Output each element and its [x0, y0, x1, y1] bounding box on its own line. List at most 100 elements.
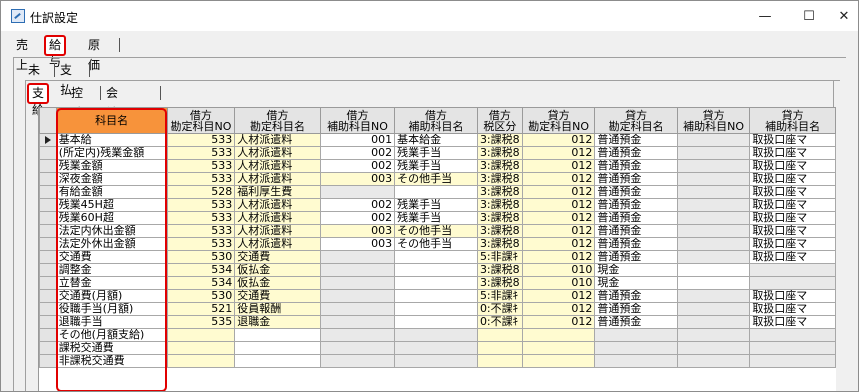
table-cell[interactable] [676, 276, 751, 290]
table-cell[interactable] [594, 328, 678, 342]
table-cell[interactable]: 人材派遣料 [234, 198, 321, 212]
table-cell[interactable]: 普通預金 [594, 211, 678, 225]
cell-kamoku-name[interactable]: 非課税交通費 [55, 354, 168, 368]
table-cell[interactable] [319, 328, 396, 342]
table-cell[interactable]: 3:課税8 [476, 211, 523, 225]
table-cell[interactable]: 533 [166, 211, 236, 225]
table-cell[interactable] [676, 146, 751, 160]
table-cell[interactable]: 取扱口座マ [749, 185, 836, 199]
table-cell[interactable]: 012 [521, 198, 596, 212]
table-cell[interactable]: 002 [319, 159, 396, 173]
column-header[interactable]: 借方 勘定科目NO [166, 107, 236, 134]
table-cell[interactable]: 534 [166, 263, 236, 277]
table-cell[interactable]: 人材派遣料 [234, 159, 321, 173]
table-cell[interactable]: 012 [521, 315, 596, 329]
cell-kamoku-name[interactable]: 課税交通費 [55, 341, 168, 355]
table-cell[interactable] [676, 354, 751, 368]
table-cell[interactable]: 3:課税8 [476, 263, 523, 277]
table-cell[interactable]: 010 [521, 263, 596, 277]
table-cell[interactable] [319, 263, 396, 277]
tab-mibarai[interactable]: 未払 [25, 60, 43, 97]
table-cell[interactable]: 取扱口座マ [749, 198, 836, 212]
table-cell[interactable]: 普通預金 [594, 250, 678, 264]
table-cell[interactable] [749, 276, 836, 290]
cell-kamoku-name[interactable]: 交通費 [55, 250, 168, 264]
cell-kamoku-name[interactable]: 残業金額 [55, 159, 168, 173]
cell-kamoku-name[interactable]: (所定内)残業金額 [55, 146, 168, 160]
table-cell[interactable]: 002 [319, 211, 396, 225]
row-header[interactable] [39, 159, 57, 173]
table-cell[interactable]: 533 [166, 133, 236, 147]
table-cell[interactable] [676, 185, 751, 199]
row-header[interactable] [39, 354, 57, 368]
table-cell[interactable]: 残業手当 [394, 159, 478, 173]
table-cell[interactable]: 役員報酬 [234, 302, 321, 316]
table-cell[interactable]: 取扱口座マ [749, 159, 836, 173]
table-cell[interactable] [676, 250, 751, 264]
table-cell[interactable] [319, 341, 396, 355]
table-row[interactable]: 残業60H超 533 人材派遣料 002 残業手当 3:課税8 012 普通預金 取扱口座マ [39, 211, 836, 225]
table-cell[interactable] [394, 341, 478, 355]
table-row[interactable]: 有給金額 528 福利厚生費 3:課税8 012 普通預金 取扱口座マ [39, 185, 836, 199]
table-cell[interactable]: 3:課税8 [476, 237, 523, 251]
cell-kamoku-name[interactable]: 立替金 [55, 276, 168, 290]
column-header-kamoku[interactable]: 科目名 [55, 107, 168, 134]
table-row[interactable]: 交通費 530 交通費 5:非課ｷ 012 普通預金 取扱口座マ [39, 250, 836, 264]
table-cell[interactable] [676, 237, 751, 251]
table-cell[interactable]: 3:課税8 [476, 172, 523, 186]
table-cell[interactable]: 取扱口座マ [749, 146, 836, 160]
table-cell[interactable] [394, 263, 478, 277]
table-cell[interactable]: 533 [166, 159, 236, 173]
tab-shikyu[interactable]: 支給 [27, 83, 50, 117]
row-header[interactable] [39, 198, 57, 212]
table-cell[interactable]: 人材派遣料 [234, 237, 321, 251]
table-cell[interactable] [394, 328, 478, 342]
table-cell[interactable]: 人材派遣料 [234, 133, 321, 147]
table-cell[interactable]: 取扱口座マ [749, 250, 836, 264]
cell-kamoku-name[interactable]: 法定内休出金額 [55, 224, 168, 238]
column-header[interactable]: 借方 補助科目名 [394, 107, 478, 134]
table-cell[interactable] [394, 315, 478, 329]
table-cell[interactable] [676, 263, 751, 277]
cell-kamoku-name[interactable]: 役職手当(月額) [55, 302, 168, 316]
table-cell[interactable]: 取扱口座マ [749, 172, 836, 186]
table-row[interactable]: 深夜金額 533 人材派遣料 003 その他手当 3:課税8 012 普通預金 取扱口座マ [39, 172, 836, 186]
table-cell[interactable] [676, 172, 751, 186]
table-cell[interactable]: 普通預金 [594, 302, 678, 316]
table-cell[interactable] [319, 250, 396, 264]
table-cell[interactable]: 残業手当 [394, 211, 478, 225]
table-cell[interactable]: 3:課税8 [476, 198, 523, 212]
row-header[interactable] [39, 315, 57, 329]
table-cell[interactable]: 530 [166, 250, 236, 264]
table-cell[interactable] [319, 302, 396, 316]
table-cell[interactable] [676, 289, 751, 303]
table-cell[interactable]: 012 [521, 185, 596, 199]
table-cell[interactable] [394, 289, 478, 303]
table-cell[interactable]: 530 [166, 289, 236, 303]
cell-kamoku-name[interactable]: 残業60H超 [55, 211, 168, 225]
table-cell[interactable]: 0:不課ｷ [476, 315, 523, 329]
table-cell[interactable] [749, 341, 836, 355]
row-header[interactable] [39, 146, 57, 160]
table-cell[interactable] [476, 354, 523, 368]
table-cell[interactable] [676, 224, 751, 238]
table-cell[interactable] [319, 276, 396, 290]
table-cell[interactable]: 残業手当 [394, 146, 478, 160]
table-cell[interactable]: その他手当 [394, 172, 478, 186]
table-cell[interactable]: 取扱口座マ [749, 302, 836, 316]
table-row[interactable]: 残業45H超 533 人材派遣料 002 残業手当 3:課税8 012 普通預金 取扱口座マ [39, 198, 836, 212]
table-cell[interactable]: 普通預金 [594, 185, 678, 199]
table-cell[interactable]: 002 [319, 198, 396, 212]
table-cell[interactable] [394, 302, 478, 316]
table-cell[interactable]: 取扱口座マ [749, 224, 836, 238]
table-cell[interactable] [166, 341, 236, 355]
table-cell[interactable]: 5:非課ｷ [476, 250, 523, 264]
close-button[interactable]: ✕ [822, 5, 858, 27]
table-cell[interactable]: 普通預金 [594, 224, 678, 238]
table-cell[interactable]: 福利厚生費 [234, 185, 321, 199]
table-cell[interactable]: 取扱口座マ [749, 211, 836, 225]
table-cell[interactable]: 普通預金 [594, 198, 678, 212]
table-cell[interactable]: 3:課税8 [476, 185, 523, 199]
table-cell[interactable]: 普通預金 [594, 315, 678, 329]
table-cell[interactable]: 012 [521, 237, 596, 251]
